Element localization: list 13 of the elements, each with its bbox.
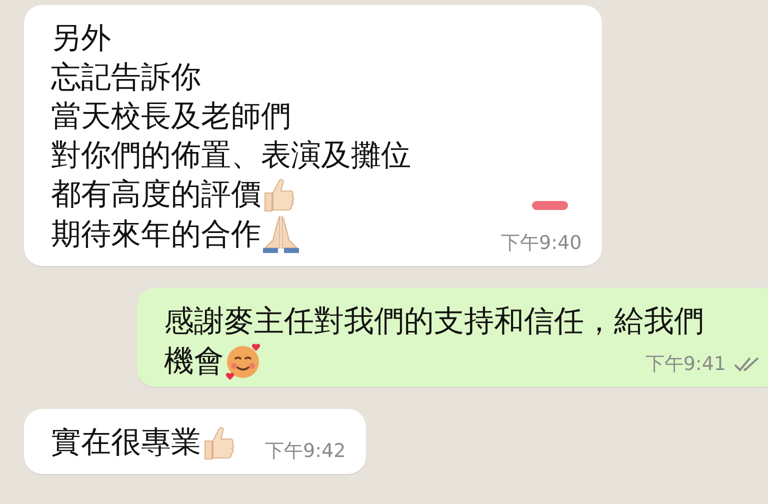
message-text: 當天校長及老師們 <box>51 98 291 136</box>
message-text: 機會 <box>164 342 224 380</box>
message-time: 下午9:41 <box>645 352 726 377</box>
message-text: 期待來年的合作 <box>51 216 261 254</box>
message-text: 實在很專業 <box>51 424 201 462</box>
message-text: 忘記告訴你 <box>51 59 201 97</box>
message-text: 都有高度的評價 <box>51 176 261 214</box>
message-time: 下午9:40 <box>501 231 582 256</box>
praying-hands-icon <box>261 214 301 254</box>
message-time: 下午9:42 <box>265 439 346 464</box>
message-text: 對你們的佈置、表演及攤位 <box>51 137 411 175</box>
message-text: 感謝麥主任對我們的支持和信任，給我們 <box>164 303 704 341</box>
message-text: 另外 <box>51 20 111 58</box>
